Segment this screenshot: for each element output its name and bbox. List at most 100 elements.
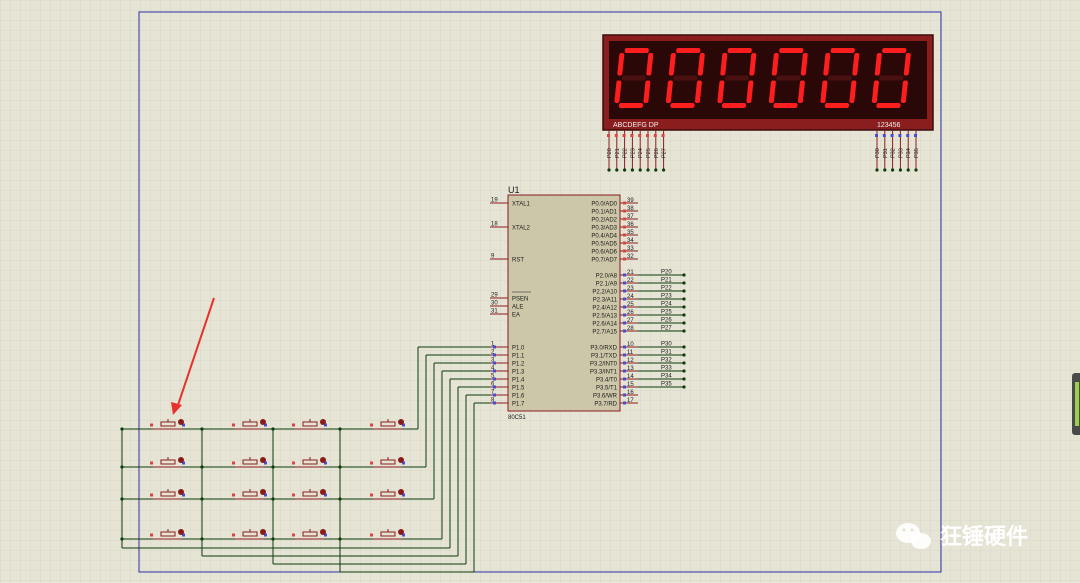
net-label: P30 xyxy=(661,342,672,348)
wire-junction xyxy=(120,497,124,501)
wire-junction xyxy=(200,537,204,541)
wire-junction xyxy=(682,361,686,365)
pin-number: 36 xyxy=(627,222,634,228)
switch-cap xyxy=(260,419,266,425)
pin-marker xyxy=(914,134,917,137)
pin-marker xyxy=(623,225,626,229)
wire-junction xyxy=(120,427,124,431)
segment-g xyxy=(724,75,749,81)
wire-junction xyxy=(120,537,124,541)
pin-marker xyxy=(906,134,910,137)
pin-number: 22 xyxy=(627,278,634,284)
pin-name: ALE xyxy=(512,305,523,311)
pin-marker xyxy=(623,377,626,381)
display-pin-label: P26 xyxy=(654,148,660,158)
display-pin-label: P30 xyxy=(875,148,881,158)
pin-name: P2.5/A13 xyxy=(592,314,617,320)
pin-number: 14 xyxy=(627,374,634,380)
pin-marker xyxy=(370,493,373,497)
pin-name: P1.2 xyxy=(512,362,525,368)
segment-g xyxy=(776,75,801,81)
pin-marker xyxy=(623,233,626,237)
net-label: P24 xyxy=(661,302,672,308)
digit-labels: 123456 xyxy=(877,122,900,129)
pin-marker xyxy=(623,281,626,285)
pin-name: RST xyxy=(512,258,524,264)
pin-number: 37 xyxy=(627,214,634,220)
net-label: P35 xyxy=(661,382,672,388)
switch-cap xyxy=(398,489,404,495)
pin-marker xyxy=(623,209,626,213)
pin-marker xyxy=(292,423,295,427)
pin-name: P2.6/A14 xyxy=(592,322,617,328)
pin-name: P0.2/AD2 xyxy=(591,218,617,224)
pin-name: P3.0/RXD xyxy=(590,346,617,352)
pin-number: 27 xyxy=(627,318,634,324)
pin-name: P3.4/T0 xyxy=(596,378,618,384)
pin-marker xyxy=(623,401,626,405)
pin-name: P0.3/AD3 xyxy=(591,226,617,232)
display-pin-label: P21 xyxy=(615,148,621,158)
wire-junction xyxy=(271,427,275,431)
wire-junction xyxy=(682,273,686,277)
pin-name: P2.7/A15 xyxy=(592,330,617,336)
wire-junction xyxy=(623,168,627,172)
pin-marker xyxy=(493,361,496,365)
segment-d xyxy=(670,103,695,108)
pin-number: 12 xyxy=(627,358,634,364)
pin-name: P0.5/AD5 xyxy=(591,242,617,248)
wire-junction xyxy=(338,497,342,501)
segment-g xyxy=(621,75,646,81)
net-label: P22 xyxy=(661,286,672,292)
schematic-canvas[interactable]: ABCDEFG DP 123456 P20 P21 P22 P23 P24 P25 P26 P… xyxy=(0,0,1080,583)
switch-cap xyxy=(260,489,266,495)
switch-cap xyxy=(320,489,326,495)
pin-marker xyxy=(661,134,665,137)
pin-marker xyxy=(638,134,642,137)
chip-part-number: 80C51 xyxy=(508,415,526,421)
net-label: P20 xyxy=(661,270,672,276)
pin-marker xyxy=(623,393,626,397)
wire-junction xyxy=(646,168,650,172)
pin-marker xyxy=(623,257,626,261)
pin-marker xyxy=(493,393,496,397)
wire-junction xyxy=(638,168,642,172)
wire-junction xyxy=(682,281,686,285)
wire-junction xyxy=(682,297,686,301)
segment-a xyxy=(727,48,752,53)
segment-a xyxy=(779,48,804,53)
wire-junction xyxy=(883,168,887,172)
net-label: P27 xyxy=(661,326,672,332)
segment-g xyxy=(879,75,904,81)
segment-d xyxy=(824,103,850,108)
display-pin-label: P33 xyxy=(898,148,904,158)
pin-marker xyxy=(623,289,626,293)
pin-name: P1.0 xyxy=(512,346,525,352)
pin-number: 28 xyxy=(627,326,634,332)
wire-junction xyxy=(662,168,666,172)
wire-junction xyxy=(654,168,658,172)
wire-junction xyxy=(200,427,204,431)
pin-name: XTAL1 xyxy=(512,202,531,208)
wire-junction xyxy=(898,168,903,172)
pin-name: P3.3/INT1 xyxy=(590,370,618,376)
pin-number: 30 xyxy=(491,301,498,307)
net-label: P25 xyxy=(661,310,672,316)
watermark: 狂锤硬件 xyxy=(896,523,1028,550)
pin-marker xyxy=(623,241,626,245)
switch-cap xyxy=(320,419,326,425)
display-pin-label: P20 xyxy=(607,148,613,158)
pin-marker xyxy=(630,134,634,137)
pin-name: XTAL2 xyxy=(512,226,531,232)
pin-marker xyxy=(493,345,496,349)
pin-number: 17 xyxy=(627,398,634,404)
side-scroll-handle[interactable] xyxy=(1072,373,1080,435)
wire-junction xyxy=(338,427,342,431)
switch-cap xyxy=(260,529,266,535)
pin-name: P2.2/A10 xyxy=(592,290,617,296)
wire-junction xyxy=(682,377,686,381)
pin-number: 15 xyxy=(627,382,634,388)
wire-junction xyxy=(338,537,342,541)
pin-number: 13 xyxy=(627,366,634,372)
pin-name: PSEN xyxy=(512,297,528,303)
